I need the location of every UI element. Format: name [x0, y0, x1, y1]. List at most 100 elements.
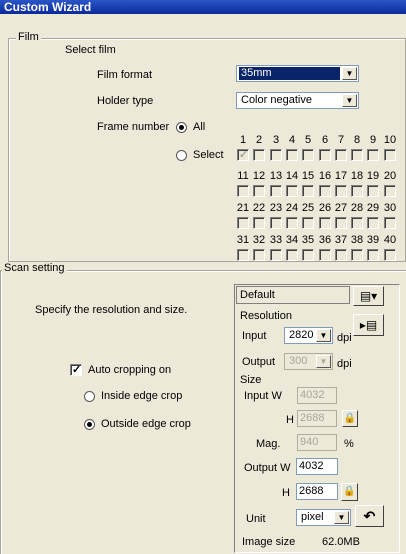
frame-checkbox-35[interactable] [302, 249, 314, 261]
mag-field[interactable]: 940 [297, 434, 337, 451]
frame-checkbox-5[interactable] [302, 149, 314, 161]
preset-value: Default [240, 289, 275, 301]
frame-number-29: 29 [366, 202, 380, 214]
film-format-value: 35mm [239, 67, 340, 80]
frame-checkbox-20[interactable] [384, 185, 396, 197]
chevron-down-icon[interactable]: ▼ [316, 355, 331, 368]
auto-cropping-label[interactable]: Auto cropping on [88, 364, 171, 376]
frame-checkbox-39[interactable] [367, 249, 379, 261]
frame-checkbox-19[interactable] [367, 185, 379, 197]
frame-number-27: 27 [334, 202, 348, 214]
inside-edge-crop-label[interactable]: Inside edge crop [101, 390, 182, 402]
frame-checkbox-16[interactable] [319, 185, 331, 197]
reset-button[interactable]: ↶ [355, 505, 384, 527]
inside-edge-crop-radio[interactable] [84, 391, 95, 402]
output-resolution-dropdown[interactable]: 300 ▼ [284, 353, 333, 370]
input-height-field[interactable]: 2688 [297, 410, 337, 427]
frame-checkbox-25[interactable] [302, 217, 314, 229]
frame-select-label[interactable]: Select [193, 149, 224, 161]
size-label: Size [240, 374, 262, 386]
output-label: Output [242, 356, 276, 368]
frame-checkbox-26[interactable] [319, 217, 331, 229]
frame-checkbox-1[interactable] [237, 148, 249, 161]
frame-number-10: 10 [383, 134, 397, 146]
frame-checkbox-32[interactable] [253, 249, 265, 261]
input-resolution-dropdown[interactable]: 2820 ▼ [284, 327, 333, 344]
frame-checkbox-8[interactable] [351, 149, 363, 161]
chevron-down-icon[interactable]: ▼ [342, 67, 357, 80]
auto-cropping-checkbox[interactable] [70, 363, 82, 376]
frame-checkbox-30[interactable] [384, 217, 396, 229]
frame-number-32: 32 [252, 234, 266, 246]
frame-checkbox-2[interactable] [253, 149, 265, 161]
unit-value: pixel [301, 511, 324, 523]
frame-checkbox-18[interactable] [351, 185, 363, 197]
frame-checkbox-11[interactable] [237, 185, 249, 197]
frame-checkbox-24[interactable] [286, 217, 298, 229]
frame-checkbox-17[interactable] [335, 185, 347, 197]
chevron-down-icon[interactable]: ▼ [316, 329, 331, 342]
frame-select-radio[interactable] [176, 150, 187, 161]
frame-checkbox-27[interactable] [335, 217, 347, 229]
preset-field[interactable]: Default [236, 286, 350, 304]
frame-number-13: 13 [269, 170, 283, 182]
frame-checkbox-14[interactable] [286, 185, 298, 197]
chevron-down-icon[interactable]: ▼ [342, 94, 357, 107]
input-lock-button[interactable]: 🔒 [342, 410, 358, 427]
outside-edge-crop-radio[interactable] [84, 419, 95, 430]
frame-number-12: 12 [252, 170, 266, 182]
frame-checkbox-10[interactable] [384, 149, 396, 161]
frame-checkbox-31[interactable] [237, 249, 249, 261]
frame-number-26: 26 [318, 202, 332, 214]
frame-number-36: 36 [318, 234, 332, 246]
holder-type-dropdown[interactable]: Color negative ▼ [236, 92, 359, 109]
frame-all-label[interactable]: All [193, 121, 205, 133]
output-width-field[interactable]: 4032 [296, 458, 338, 475]
frame-number-8: 8 [353, 134, 361, 146]
frame-number-37: 37 [334, 234, 348, 246]
frame-checkbox-21[interactable] [237, 217, 249, 229]
frame-checkbox-12[interactable] [253, 185, 265, 197]
output-height-field[interactable]: 2688 [296, 483, 338, 500]
select-film-label: Select film [65, 44, 116, 56]
preset-menu-button[interactable]: ▤▾ [353, 286, 384, 306]
frame-checkbox-37[interactable] [335, 249, 347, 261]
frame-checkbox-29[interactable] [367, 217, 379, 229]
film-format-dropdown[interactable]: 35mm ▼ [236, 65, 359, 82]
frame-checkbox-4[interactable] [286, 149, 298, 161]
frame-checkbox-15[interactable] [302, 185, 314, 197]
frame-checkbox-22[interactable] [253, 217, 265, 229]
frame-checkbox-28[interactable] [351, 217, 363, 229]
frame-checkbox-23[interactable] [270, 217, 282, 229]
unit-label: Unit [246, 513, 266, 525]
frame-checkbox-13[interactable] [270, 185, 282, 197]
undo-icon: ↶ [363, 508, 376, 524]
lock-icon: 🔒 [343, 486, 356, 497]
frame-checkbox-34[interactable] [286, 249, 298, 261]
instruction-text: Specify the resolution and size. [35, 304, 188, 316]
frame-checkbox-38[interactable] [351, 249, 363, 261]
frame-checkbox-33[interactable] [270, 249, 282, 261]
outside-edge-crop-label[interactable]: Outside edge crop [101, 418, 191, 430]
frame-checkbox-6[interactable] [319, 149, 331, 161]
list-icon: ▤▾ [359, 289, 378, 303]
frame-number-17: 17 [334, 170, 348, 182]
output-w-label: Output W [244, 462, 291, 474]
input-width-field[interactable]: 4032 [297, 387, 337, 404]
output-lock-button[interactable]: 🔒 [341, 483, 358, 501]
frame-checkbox-36[interactable] [319, 249, 331, 261]
arrow-list-icon: ▸▤ [359, 318, 378, 332]
frame-number-15: 15 [301, 170, 315, 182]
frame-number-20: 20 [383, 170, 397, 182]
frame-checkbox-9[interactable] [367, 149, 379, 161]
frame-checkbox-40[interactable] [384, 249, 396, 261]
frame-all-radio[interactable] [176, 122, 187, 133]
resolution-menu-button[interactable]: ▸▤ [353, 314, 384, 336]
chevron-down-icon[interactable]: ▼ [334, 511, 349, 524]
unit-dropdown[interactable]: pixel ▼ [296, 509, 351, 526]
holder-type-value: Color negative [241, 94, 312, 106]
frame-checkbox-3[interactable] [270, 149, 282, 161]
frame-checkbox-7[interactable] [335, 149, 347, 161]
output-dpi-unit: dpi [337, 358, 352, 370]
frame-number-11: 11 [237, 170, 249, 182]
